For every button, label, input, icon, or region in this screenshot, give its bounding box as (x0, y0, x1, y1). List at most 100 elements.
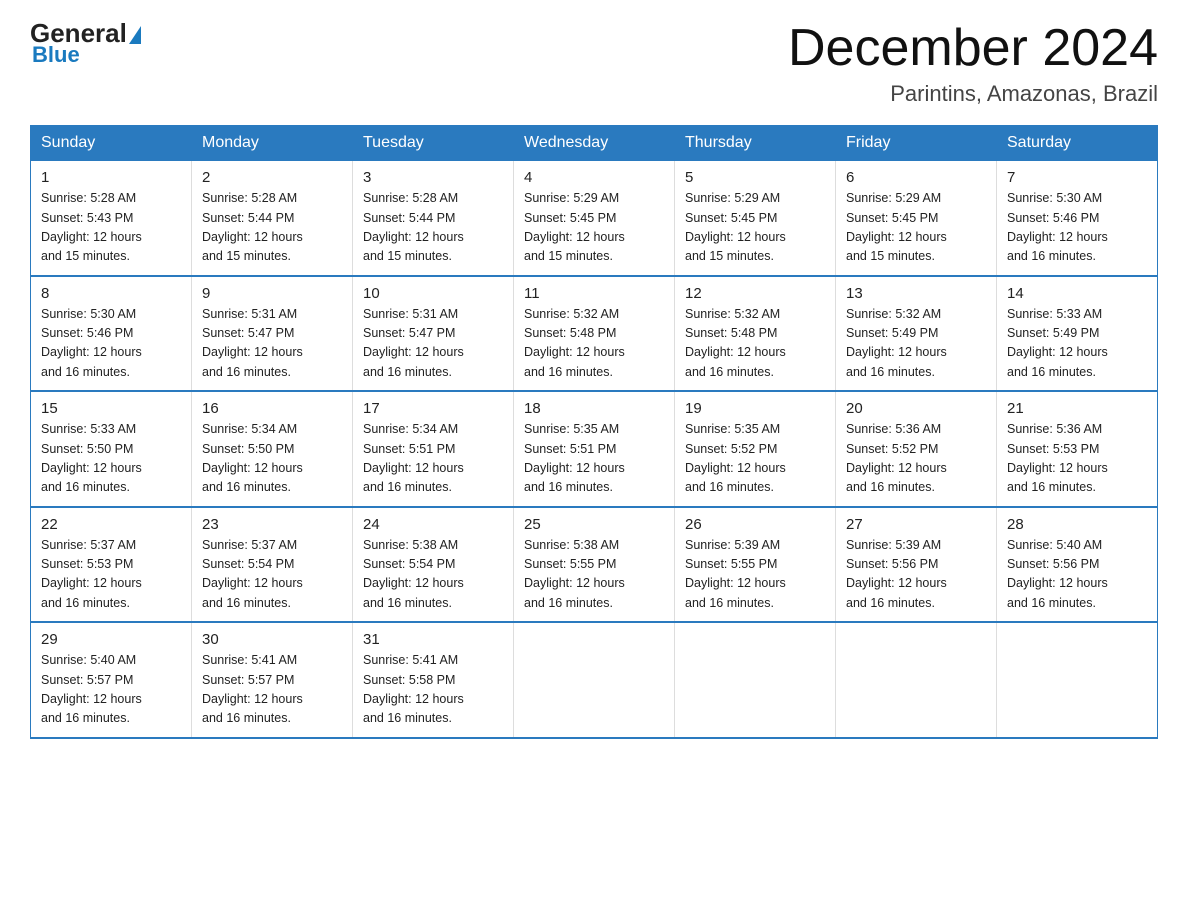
day-number: 1 (41, 169, 181, 186)
day-info: Sunrise: 5:33 AMSunset: 5:49 PMDaylight:… (1007, 305, 1147, 383)
calendar-cell: 4Sunrise: 5:29 AMSunset: 5:45 PMDaylight… (514, 161, 675, 276)
day-info: Sunrise: 5:30 AMSunset: 5:46 PMDaylight:… (41, 305, 181, 383)
calendar-cell (997, 622, 1158, 738)
day-number: 8 (41, 285, 181, 302)
day-info: Sunrise: 5:40 AMSunset: 5:56 PMDaylight:… (1007, 536, 1147, 614)
day-info: Sunrise: 5:38 AMSunset: 5:55 PMDaylight:… (524, 536, 664, 614)
day-info: Sunrise: 5:34 AMSunset: 5:51 PMDaylight:… (363, 420, 503, 498)
calendar-week-row: 15 Sunrise: 5:33 AMSunset: 5:50 PMDayligh… (31, 391, 1158, 507)
day-info: Sunrise: 5:41 AMSunset: 5:57 PMDaylight:… (202, 651, 342, 729)
calendar-cell: 5Sunrise: 5:29 AMSunset: 5:45 PMDaylight… (675, 161, 836, 276)
day-info: Sunrise: 5:35 AMSunset: 5:51 PMDaylight:… (524, 420, 664, 498)
calendar-cell: 20Sunrise: 5:36 AMSunset: 5:52 PMDayligh… (836, 391, 997, 507)
day-number: 11 (524, 285, 664, 302)
day-info: Sunrise: 5:28 AMSunset: 5:44 PMDaylight:… (363, 189, 503, 267)
calendar-cell: 22 Sunrise: 5:37 AMSunset: 5:53 PMDayligh… (31, 507, 192, 623)
calendar-header-thursday: Thursday (675, 126, 836, 161)
calendar-week-row: 8 Sunrise: 5:30 AMSunset: 5:46 PMDaylight… (31, 276, 1158, 392)
calendar-week-row: 1Sunrise: 5:28 AMSunset: 5:43 PMDaylight… (31, 161, 1158, 276)
day-info: Sunrise: 5:34 AMSunset: 5:50 PMDaylight:… (202, 420, 342, 498)
day-number: 29 (41, 631, 181, 648)
day-number: 3 (363, 169, 503, 186)
calendar-cell: 15 Sunrise: 5:33 AMSunset: 5:50 PMDayligh… (31, 391, 192, 507)
day-number: 30 (202, 631, 342, 648)
calendar-cell: 26 Sunrise: 5:39 AMSunset: 5:55 PMDayligh… (675, 507, 836, 623)
calendar-header-tuesday: Tuesday (353, 126, 514, 161)
calendar-header-wednesday: Wednesday (514, 126, 675, 161)
calendar-cell: 12 Sunrise: 5:32 AMSunset: 5:48 PMDayligh… (675, 276, 836, 392)
calendar-cell: 17Sunrise: 5:34 AMSunset: 5:51 PMDayligh… (353, 391, 514, 507)
day-number: 19 (685, 400, 825, 417)
calendar-cell: 29 Sunrise: 5:40 AMSunset: 5:57 PMDayligh… (31, 622, 192, 738)
calendar-cell: 7Sunrise: 5:30 AMSunset: 5:46 PMDaylight… (997, 161, 1158, 276)
day-info: Sunrise: 5:33 AMSunset: 5:50 PMDaylight:… (41, 420, 181, 498)
day-info: Sunrise: 5:28 AMSunset: 5:44 PMDaylight:… (202, 189, 342, 267)
day-number: 15 (41, 400, 181, 417)
day-number: 5 (685, 169, 825, 186)
calendar-table: SundayMondayTuesdayWednesdayThursdayFrid… (30, 125, 1158, 739)
calendar-header-friday: Friday (836, 126, 997, 161)
day-number: 27 (846, 516, 986, 533)
logo-triangle-icon (129, 26, 141, 44)
day-info: Sunrise: 5:38 AMSunset: 5:54 PMDaylight:… (363, 536, 503, 614)
day-number: 28 (1007, 516, 1147, 533)
calendar-cell: 27 Sunrise: 5:39 AMSunset: 5:56 PMDayligh… (836, 507, 997, 623)
month-title: December 2024 (788, 20, 1158, 77)
calendar-cell: 28 Sunrise: 5:40 AMSunset: 5:56 PMDayligh… (997, 507, 1158, 623)
calendar-cell: 24 Sunrise: 5:38 AMSunset: 5:54 PMDayligh… (353, 507, 514, 623)
calendar-cell: 6 Sunrise: 5:29 AMSunset: 5:45 PMDaylight… (836, 161, 997, 276)
day-info: Sunrise: 5:31 AMSunset: 5:47 PMDaylight:… (202, 305, 342, 383)
calendar-cell: 2Sunrise: 5:28 AMSunset: 5:44 PMDaylight… (192, 161, 353, 276)
calendar-cell: 21Sunrise: 5:36 AMSunset: 5:53 PMDayligh… (997, 391, 1158, 507)
calendar-header-saturday: Saturday (997, 126, 1158, 161)
day-number: 10 (363, 285, 503, 302)
day-info: Sunrise: 5:29 AMSunset: 5:45 PMDaylight:… (846, 189, 986, 267)
day-number: 9 (202, 285, 342, 302)
calendar-cell: 18Sunrise: 5:35 AMSunset: 5:51 PMDayligh… (514, 391, 675, 507)
day-info: Sunrise: 5:41 AMSunset: 5:58 PMDaylight:… (363, 651, 503, 729)
day-info: Sunrise: 5:35 AMSunset: 5:52 PMDaylight:… (685, 420, 825, 498)
calendar-cell (836, 622, 997, 738)
day-number: 23 (202, 516, 342, 533)
logo-blue-text: Blue (32, 42, 80, 68)
calendar-week-row: 29 Sunrise: 5:40 AMSunset: 5:57 PMDayligh… (31, 622, 1158, 738)
calendar-cell: 16 Sunrise: 5:34 AMSunset: 5:50 PMDayligh… (192, 391, 353, 507)
day-info: Sunrise: 5:40 AMSunset: 5:57 PMDaylight:… (41, 651, 181, 729)
day-info: Sunrise: 5:32 AMSunset: 5:48 PMDaylight:… (685, 305, 825, 383)
logo: General Blue (30, 20, 141, 68)
day-info: Sunrise: 5:32 AMSunset: 5:49 PMDaylight:… (846, 305, 986, 383)
calendar-cell: 11 Sunrise: 5:32 AMSunset: 5:48 PMDayligh… (514, 276, 675, 392)
calendar-cell: 30 Sunrise: 5:41 AMSunset: 5:57 PMDayligh… (192, 622, 353, 738)
calendar-header-monday: Monday (192, 126, 353, 161)
day-number: 13 (846, 285, 986, 302)
calendar-cell: 1Sunrise: 5:28 AMSunset: 5:43 PMDaylight… (31, 161, 192, 276)
day-info: Sunrise: 5:39 AMSunset: 5:56 PMDaylight:… (846, 536, 986, 614)
calendar-cell: 9 Sunrise: 5:31 AMSunset: 5:47 PMDaylight… (192, 276, 353, 392)
page-header: General Blue December 2024 Parintins, Am… (30, 20, 1158, 107)
day-info: Sunrise: 5:39 AMSunset: 5:55 PMDaylight:… (685, 536, 825, 614)
day-number: 24 (363, 516, 503, 533)
day-info: Sunrise: 5:32 AMSunset: 5:48 PMDaylight:… (524, 305, 664, 383)
calendar-cell: 19 Sunrise: 5:35 AMSunset: 5:52 PMDayligh… (675, 391, 836, 507)
calendar-header-row: SundayMondayTuesdayWednesdayThursdayFrid… (31, 126, 1158, 161)
day-number: 21 (1007, 400, 1147, 417)
day-number: 22 (41, 516, 181, 533)
day-info: Sunrise: 5:29 AMSunset: 5:45 PMDaylight:… (524, 189, 664, 267)
day-number: 26 (685, 516, 825, 533)
day-number: 12 (685, 285, 825, 302)
calendar-week-row: 22 Sunrise: 5:37 AMSunset: 5:53 PMDayligh… (31, 507, 1158, 623)
calendar-cell (514, 622, 675, 738)
calendar-header-sunday: Sunday (31, 126, 192, 161)
day-number: 6 (846, 169, 986, 186)
day-number: 14 (1007, 285, 1147, 302)
title-area: December 2024 Parintins, Amazonas, Brazi… (788, 20, 1158, 107)
day-info: Sunrise: 5:37 AMSunset: 5:53 PMDaylight:… (41, 536, 181, 614)
day-info: Sunrise: 5:36 AMSunset: 5:52 PMDaylight:… (846, 420, 986, 498)
location-subtitle: Parintins, Amazonas, Brazil (788, 81, 1158, 107)
calendar-cell: 31Sunrise: 5:41 AMSunset: 5:58 PMDayligh… (353, 622, 514, 738)
calendar-cell: 13 Sunrise: 5:32 AMSunset: 5:49 PMDayligh… (836, 276, 997, 392)
day-number: 25 (524, 516, 664, 533)
day-number: 16 (202, 400, 342, 417)
calendar-cell: 25 Sunrise: 5:38 AMSunset: 5:55 PMDayligh… (514, 507, 675, 623)
calendar-cell: 3 Sunrise: 5:28 AMSunset: 5:44 PMDaylight… (353, 161, 514, 276)
